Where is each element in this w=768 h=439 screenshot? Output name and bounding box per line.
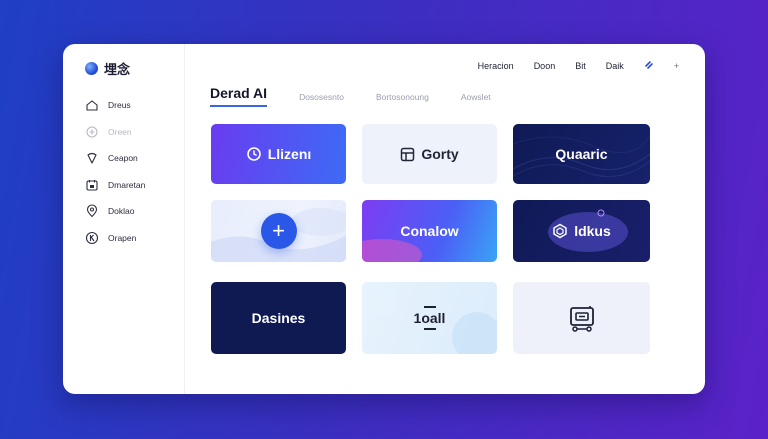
sidebar-item-doklao[interactable]: Doklao (85, 198, 145, 225)
logo-icon (85, 62, 98, 75)
card-robot[interactable] (513, 282, 650, 354)
tab-bortosonoung[interactable]: Bortosonoung (376, 92, 429, 107)
card-gorty[interactable]: Gorty (362, 124, 497, 184)
frame-icon (401, 147, 415, 161)
card-add[interactable]: + (211, 200, 346, 262)
nav-link-bit[interactable]: Bit (575, 61, 586, 71)
clock-icon (246, 147, 261, 161)
bar-icon (423, 328, 436, 330)
sidebar-item-dmaretan[interactable]: Dmaretan (85, 172, 145, 199)
sidebar-item-label: Doklao (108, 206, 135, 217)
card-label: Gorty (421, 146, 459, 162)
top-nav: Heracion Doon Bit Daik + (478, 60, 679, 72)
card-label: ldkus (574, 223, 611, 239)
calendar-icon (86, 179, 98, 191)
location-pin-icon (87, 153, 97, 164)
map-pin-icon (86, 204, 98, 218)
card-conalow[interactable]: Conalow (362, 200, 497, 262)
sidebar-item-orapen[interactable]: Orapen (85, 225, 145, 252)
card-label: Conalow (400, 223, 459, 239)
card-quaaric[interactable]: Quaaric (513, 124, 650, 184)
sidebar-item-ceapon[interactable]: Ceapon (85, 145, 145, 172)
sidebar-item-dreus[interactable]: Dreus (85, 92, 145, 119)
nav-link-heracion[interactable]: Heracion (478, 61, 514, 71)
app-logo[interactable]: 埋念 (85, 59, 130, 78)
card-dasines[interactable]: Dasines (211, 282, 346, 354)
card-ldkus[interactable]: ldkus (513, 200, 650, 262)
sidebar-item-label: Orapen (108, 232, 137, 243)
card-label: 1oall (413, 310, 446, 326)
link-icon[interactable] (644, 60, 654, 72)
tab-derad-ai[interactable]: Derad AI (210, 85, 268, 107)
tab-dososesnto[interactable]: Dososesnto (299, 92, 344, 107)
tab-aowslet[interactable]: Aowslet (461, 92, 491, 107)
hexagon-icon (553, 223, 567, 239)
card-llizeni[interactable]: Llizenı (211, 124, 346, 184)
app-window: 埋念 Dreus Oreen Ceapon Dmaretan Doklao Or… (63, 44, 705, 394)
robot-icon (569, 306, 594, 332)
nav-link-daik[interactable]: Daik (606, 61, 624, 71)
card-label: Quaaric (555, 146, 608, 162)
sidebar-item-label: Oreen (108, 126, 132, 137)
sidebar-item-oreen[interactable]: Oreen (85, 119, 145, 146)
home-icon (86, 100, 98, 111)
app-title: 埋念 (104, 63, 131, 78)
sidebar-item-label: Dreus (108, 100, 131, 111)
card-grid: Llizenı Gorty Quaaric + Conalow ldkus Da… (211, 124, 650, 354)
card-label: Dasines (251, 310, 306, 326)
sidebar-nav: Dreus Oreen Ceapon Dmaretan Doklao Orape… (85, 92, 145, 251)
plus-circle-icon (86, 126, 98, 138)
sidebar: 埋念 Dreus Oreen Ceapon Dmaretan Doklao Or… (63, 44, 185, 394)
bar-icon (423, 306, 436, 308)
card-10all-content: 1oall (413, 306, 446, 330)
k-circle-icon (85, 231, 99, 244)
add-icon[interactable]: + (674, 61, 679, 71)
card-label: Llizenı (267, 146, 312, 162)
nav-link-doon[interactable]: Doon (534, 61, 556, 71)
plus-icon: + (260, 213, 297, 249)
sidebar-item-label: Ceapon (108, 153, 138, 164)
sidebar-item-label: Dmaretan (108, 179, 146, 190)
tab-bar: Derad AI Dososesnto Bortosonoung Aowslet (210, 85, 523, 107)
card-10all[interactable]: 1oall (362, 282, 497, 354)
